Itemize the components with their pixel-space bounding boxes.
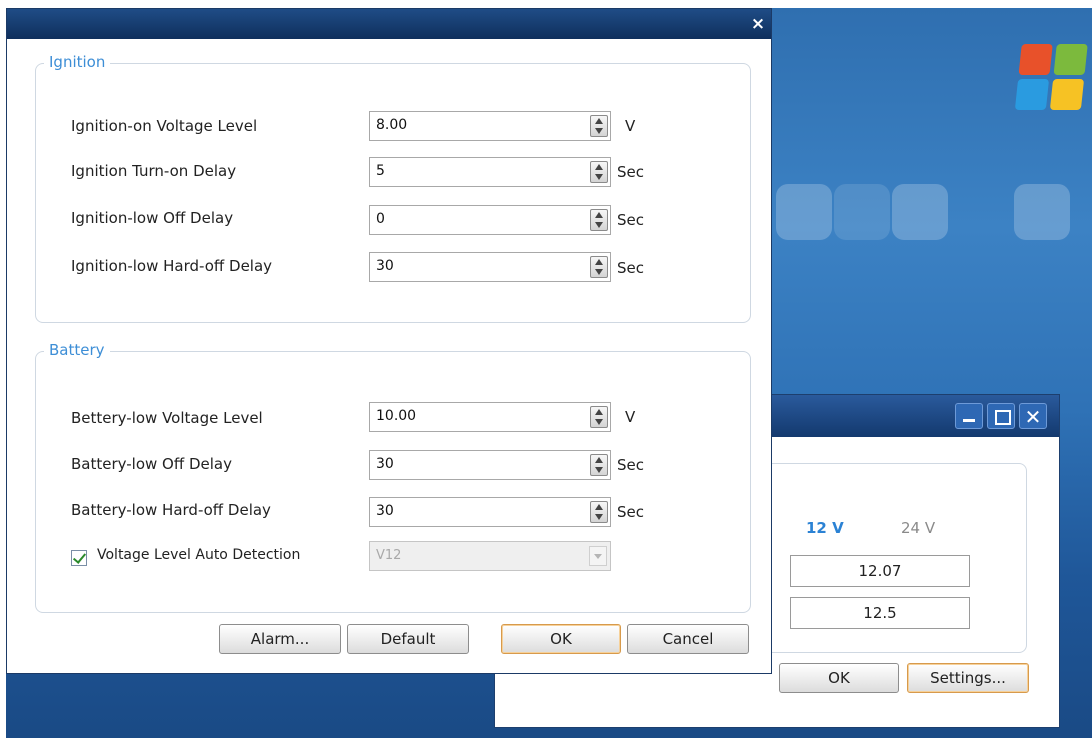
default-button[interactable]: Default	[347, 624, 469, 654]
spin-arrows-icon[interactable]	[590, 256, 608, 278]
spinner-value: 8.00	[376, 117, 408, 133]
voltage-level-select: V12	[369, 541, 611, 571]
select-value: V12	[376, 548, 402, 563]
power-settings-dialog: × Ignition Ignition-on Voltage Level 8.0…	[6, 8, 772, 674]
chevron-down-icon	[589, 546, 607, 566]
alarm-button[interactable]: Alarm...	[219, 624, 341, 654]
voltage-option-24v[interactable]: 24 V	[901, 519, 935, 537]
unit-label: Sec	[617, 163, 644, 181]
ignition-group: Ignition	[35, 53, 751, 323]
spin-arrows-icon[interactable]	[590, 209, 608, 231]
unit-label: V	[625, 117, 636, 135]
unit-label: V	[625, 408, 636, 426]
spin-arrows-icon[interactable]	[590, 161, 608, 183]
spinner-value: 10.00	[376, 408, 417, 424]
auto-detection-label: Voltage Level Auto Detection	[97, 547, 301, 563]
ignition-turn-on-delay-label: Ignition Turn-on Delay	[71, 162, 237, 180]
ignition-low-hard-off-delay-spinner[interactable]: 30	[369, 252, 611, 282]
battery-low-voltage-label: Bettery-low Voltage Level	[71, 409, 263, 427]
auto-detection-checkbox[interactable]	[71, 550, 87, 566]
spin-arrows-icon[interactable]	[590, 501, 608, 523]
spinner-value: 30	[376, 503, 394, 519]
background-ok-button[interactable]: OK	[779, 663, 899, 693]
unit-label: Sec	[617, 259, 644, 277]
voltage-threshold-reading: 12.5	[790, 597, 970, 629]
desktop-decor-tile	[1014, 184, 1070, 240]
voltage-option-12v[interactable]: 12 V	[806, 519, 844, 537]
spin-arrows-icon[interactable]	[590, 406, 608, 428]
battery-group: Battery	[35, 341, 751, 613]
unit-label: Sec	[617, 456, 644, 474]
ignition-low-off-delay-label: Ignition-low Off Delay	[71, 209, 234, 227]
spin-arrows-icon[interactable]	[590, 115, 608, 137]
cancel-button[interactable]: Cancel	[627, 624, 749, 654]
desktop-decor-tile	[892, 184, 948, 240]
ignition-low-off-delay-spinner[interactable]: 0	[369, 205, 611, 235]
spinner-value: 30	[376, 456, 394, 472]
close-icon[interactable]: ×	[749, 15, 767, 33]
settings-button[interactable]: Settings...	[907, 663, 1029, 693]
spinner-value: 5	[376, 163, 385, 179]
battery-group-title: Battery	[44, 341, 110, 359]
minimize-icon[interactable]	[955, 403, 983, 429]
battery-low-hard-off-delay-spinner[interactable]: 30	[369, 497, 611, 527]
spinner-value: 0	[376, 211, 385, 227]
desktop-decor-tile	[776, 184, 832, 240]
close-icon[interactable]: ✕	[1019, 403, 1047, 429]
ignition-on-voltage-spinner[interactable]: 8.00	[369, 111, 611, 141]
ok-button[interactable]: OK	[501, 624, 621, 654]
battery-low-voltage-spinner[interactable]: 10.00	[369, 402, 611, 432]
spin-arrows-icon[interactable]	[590, 454, 608, 476]
battery-low-off-delay-spinner[interactable]: 30	[369, 450, 611, 480]
desktop-decor-tile	[834, 184, 890, 240]
ignition-group-title: Ignition	[44, 53, 111, 71]
ignition-on-voltage-label: Ignition-on Voltage Level	[71, 117, 258, 135]
windows-logo-icon	[1014, 44, 1092, 116]
spinner-value: 30	[376, 258, 394, 274]
dialog-titlebar[interactable]: ×	[7, 9, 771, 39]
ignition-low-hard-off-delay-label: Ignition-low Hard-off Delay	[71, 257, 273, 275]
ignition-turn-on-delay-spinner[interactable]: 5	[369, 157, 611, 187]
maximize-icon[interactable]	[987, 403, 1015, 429]
voltage-reading: 12.07	[790, 555, 970, 587]
unit-label: Sec	[617, 211, 644, 229]
unit-label: Sec	[617, 503, 644, 521]
battery-low-hard-off-delay-label: Battery-low Hard-off Delay	[71, 501, 271, 519]
battery-low-off-delay-label: Battery-low Off Delay	[71, 455, 232, 473]
